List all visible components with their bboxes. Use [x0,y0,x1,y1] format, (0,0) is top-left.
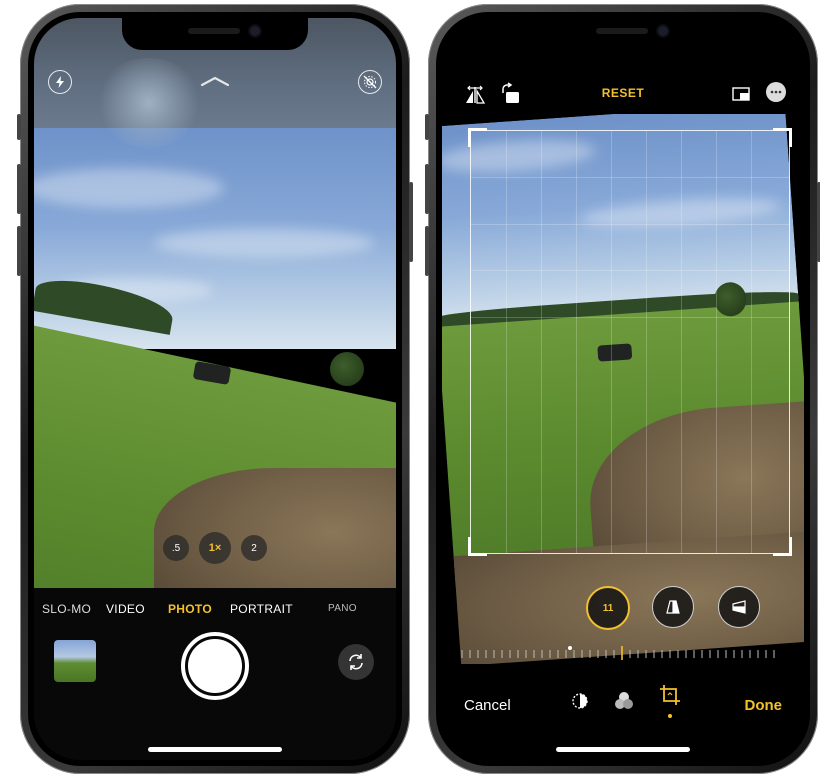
tree [330,352,364,386]
reset-button[interactable]: RESET [602,86,645,100]
horizontal-perspective-icon[interactable] [718,586,760,628]
grid-line [540,131,542,553]
grid-line [715,131,717,553]
done-button[interactable]: Done [745,697,783,714]
crop-handle-top-right[interactable] [773,128,792,147]
vertical-perspective-icon[interactable] [652,586,694,628]
mode-pano[interactable]: PANO [328,603,357,614]
power-button [409,182,413,262]
live-photo-off-icon[interactable] [358,70,382,94]
edit-screen: RESET 11 Cancel Done [442,18,804,760]
grid-line [680,131,682,553]
straighten-ruler[interactable] [460,646,786,660]
grid-line [505,131,507,553]
front-camera [250,26,260,36]
last-photo-thumbnail[interactable] [54,640,96,682]
speaker [596,28,648,34]
home-indicator[interactable] [148,747,282,752]
zoom-0.5-button[interactable]: .5 [163,535,189,561]
cloud [154,228,374,258]
cancel-button[interactable]: Cancel [464,697,511,714]
grid-line [610,131,612,553]
flip-horizontal-icon[interactable] [464,84,486,111]
mode-photo[interactable]: PHOTO [168,602,212,616]
dirt-path [154,468,396,588]
volume-down-button [17,226,21,276]
mode-video[interactable]: VIDEO [106,602,145,616]
grid-line [471,177,789,179]
mode-portrait[interactable]: PORTRAIT [230,602,293,616]
crop-frame[interactable] [468,128,792,556]
sun-glow [94,58,204,148]
notch [530,18,716,50]
grid-line [471,223,789,225]
grid-line [471,270,789,272]
straighten-dial[interactable]: 11 [586,586,630,630]
mode-selector: SLO-MO VIDEO PHOTO PORTRAIT PANO [34,602,396,620]
viewfinder[interactable] [34,128,396,588]
adjust-icon[interactable] [568,689,592,718]
volume-down-button [425,226,429,276]
silent-switch [425,114,429,140]
speaker [188,28,240,34]
filters-icon[interactable] [612,689,636,718]
volume-up-button [17,164,21,214]
camera-bottom-bar: SLO-MO VIDEO PHOTO PORTRAIT PANO [34,588,396,760]
front-camera [658,26,668,36]
crop-icon[interactable] [658,683,682,718]
zoom-selector: .5 1× 2 [34,532,396,564]
shutter-button[interactable] [181,632,249,700]
grid-line [471,316,789,318]
crop-handle-top-left[interactable] [468,128,487,147]
chevron-up-icon[interactable] [200,74,230,92]
grid-line [645,131,647,553]
adjustment-dials: 11 [442,586,804,630]
crop-handle-bottom-right[interactable] [773,537,792,556]
zoom-1x-button[interactable]: 1× [199,532,231,564]
notch [122,18,308,50]
shutter-inner [188,639,242,693]
zoom-2x-button[interactable]: 2 [241,535,267,561]
crop-handle-bottom-left[interactable] [468,537,487,556]
more-icon[interactable] [766,82,786,102]
silent-switch [17,114,21,140]
home-indicator[interactable] [556,747,690,752]
mode-slo-mo[interactable]: SLO-MO [42,602,91,616]
flash-icon[interactable] [48,70,72,94]
rotate-icon[interactable] [500,82,522,111]
active-tool-dot [668,714,672,718]
volume-up-button [425,164,429,214]
grid-line [575,131,577,553]
grid-line [750,131,752,553]
camera-flip-icon[interactable] [338,644,374,680]
edit-phone: RESET 11 Cancel Done [425,4,820,774]
aspect-ratio-icon[interactable] [732,86,750,107]
camera-screen: .5 1× 2 SLO-MO VIDEO PHOTO PORTRAIT PANO [34,18,396,760]
camera-phone: .5 1× 2 SLO-MO VIDEO PHOTO PORTRAIT PANO [17,4,413,774]
